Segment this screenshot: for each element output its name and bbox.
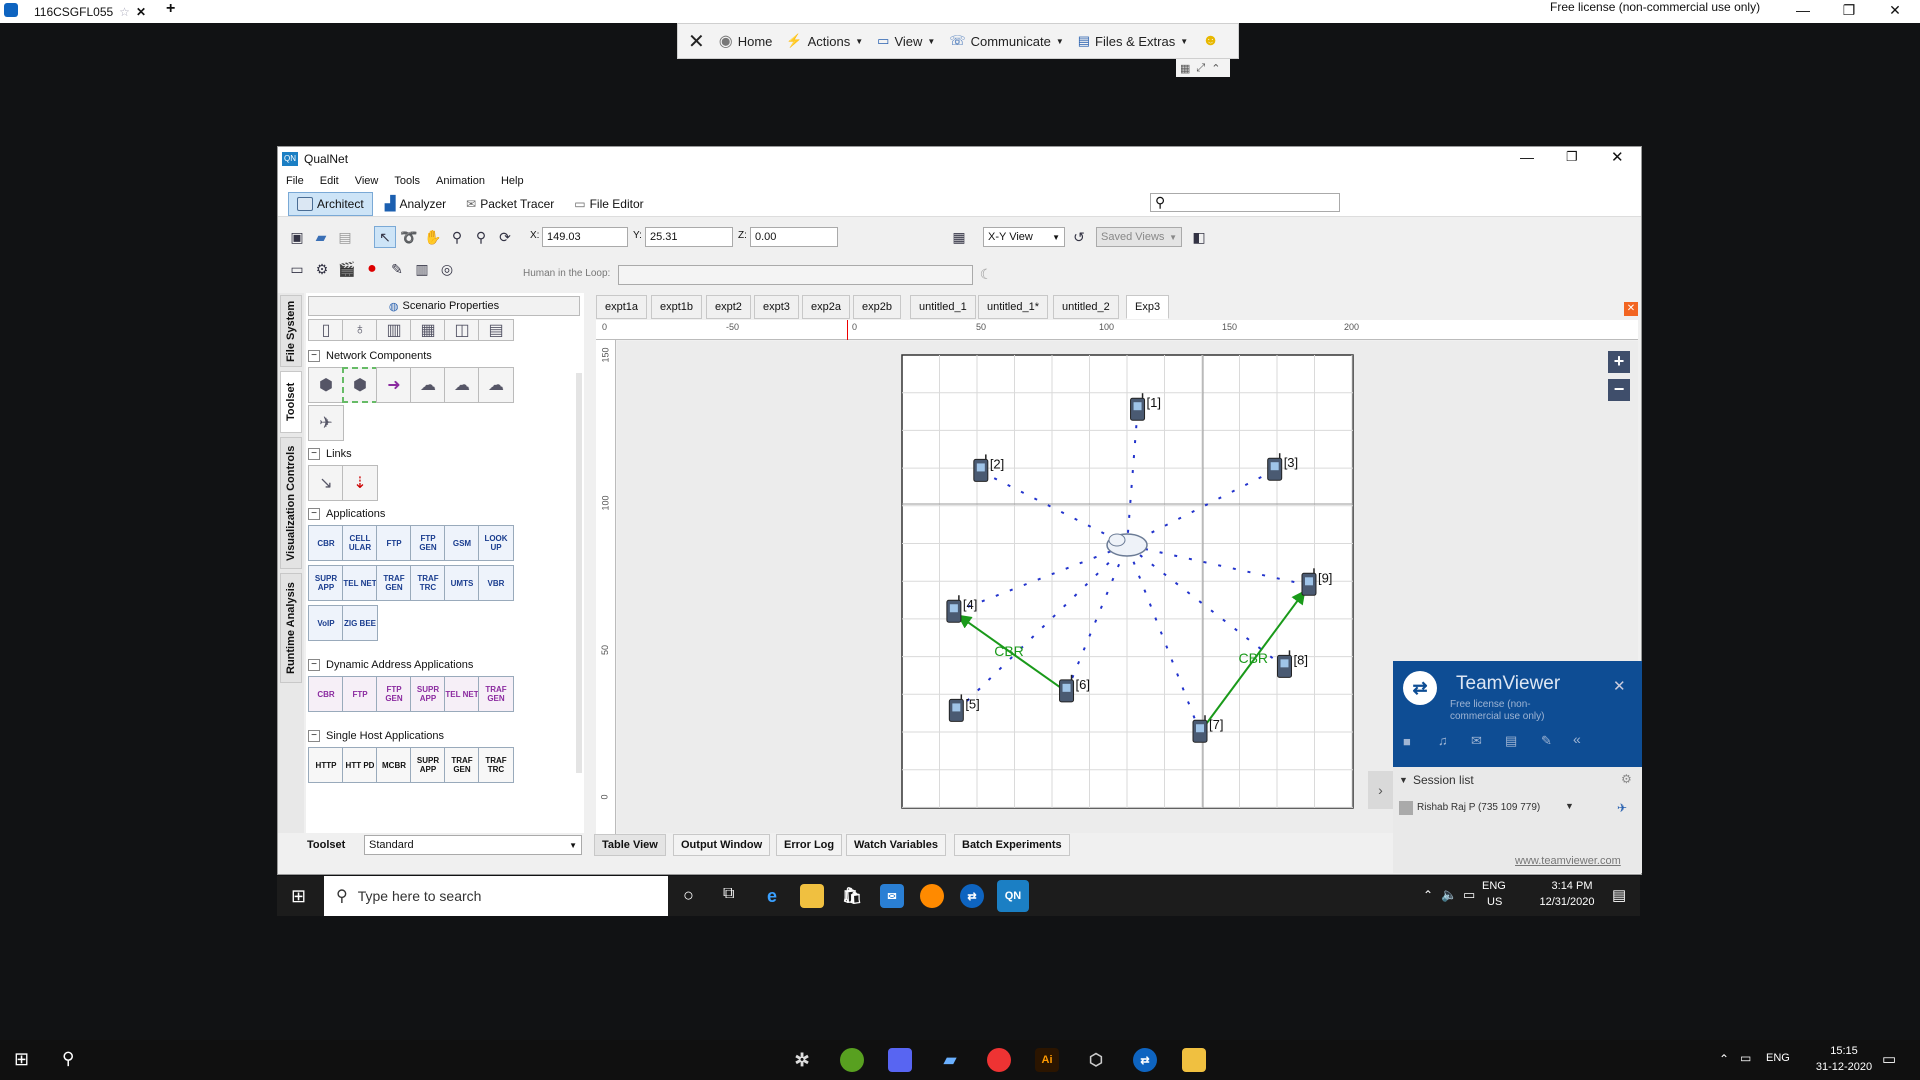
store-icon[interactable]: 🛍 (840, 884, 864, 908)
node-screen (1280, 659, 1289, 668)
taskbar-search-box[interactable]: ⚲ Type here to search (324, 876, 668, 916)
teamviewer-icon[interactable]: ⇄ (960, 884, 984, 908)
notifications-icon[interactable]: ▭ (1882, 1050, 1896, 1068)
lang-code[interactable]: ENG (1766, 1052, 1790, 1064)
node-label: [1] (1147, 395, 1161, 410)
node-label: [7] (1209, 717, 1223, 732)
chrome-icon[interactable] (987, 1048, 1011, 1072)
chat-icon[interactable]: ✉ (1471, 733, 1482, 749)
session-list-title: Session list (1413, 773, 1474, 787)
edge-icon[interactable]: e (760, 884, 784, 908)
windows-start-icon[interactable]: ⊞ (14, 1049, 29, 1070)
clock-date[interactable]: 12/31/2020 (1527, 896, 1607, 908)
qualnet-taskbar-icon[interactable]: QN (997, 880, 1029, 912)
search-icon[interactable]: ⚲ (62, 1049, 74, 1069)
node-label: [4] (963, 597, 977, 612)
teamviewer-link[interactable]: www.teamviewer.com (1515, 855, 1621, 867)
node-screen (1133, 402, 1142, 411)
node-label: [6] (1076, 677, 1090, 692)
network-icon[interactable]: ▭ (1463, 887, 1475, 903)
windows-start-icon[interactable]: ⊞ (291, 886, 306, 907)
node-screen (1196, 724, 1204, 733)
node-screen (1062, 683, 1071, 692)
session-list-panel: ▼ Session list ⚙ Rishab Raj P (735 109 7… (1393, 767, 1642, 873)
node-screen (976, 463, 985, 472)
video-icon[interactable]: ■ (1403, 734, 1411, 749)
teamviewer-panel: ⇄ TeamViewer Free license (non-commercia… (1393, 661, 1642, 873)
node-label: [3] (1284, 455, 1298, 470)
mail-icon[interactable]: ✉ (880, 884, 904, 908)
host-taskbar: ⊞ ⚲ ✲ ▰ Ai ⬡ ⇄ ⌃ ▭ ENG 15:15 31-12-2020 … (0, 1040, 1920, 1080)
tools-icon[interactable]: ✎ (1541, 733, 1552, 749)
teamviewer-logo-icon: ⇄ (1403, 671, 1437, 705)
discord-icon[interactable] (888, 1048, 912, 1072)
node-screen (1270, 462, 1279, 471)
remote-taskbar: ⊞ ⚲ Type here to search ○ ⧉ e 🛍 ✉ ⇄ QN ⌃… (277, 876, 1640, 916)
node-label: [8] (1293, 652, 1307, 667)
torrent-icon[interactable] (840, 1048, 864, 1072)
cbr-link-label: CBR (994, 643, 1024, 659)
clock-time[interactable]: 15:15 (1810, 1045, 1878, 1057)
gear-icon[interactable]: ⚙ (1621, 772, 1632, 786)
box-icon[interactable]: ⬡ (1084, 1048, 1108, 1072)
node-label: [9] (1318, 570, 1332, 585)
firefox-icon[interactable] (920, 884, 944, 908)
lang-code[interactable]: ENG (1482, 880, 1506, 892)
illustrator-icon[interactable]: Ai (1035, 1048, 1059, 1072)
avatar (1399, 801, 1413, 815)
close-icon[interactable]: ✕ (1613, 677, 1626, 695)
teamviewer-icon[interactable]: ⇄ (1133, 1048, 1157, 1072)
tray-chevron-icon[interactable]: ⌃ (1719, 1052, 1729, 1066)
cortana-icon[interactable]: ○ (683, 885, 694, 906)
chevron-down-icon[interactable]: ▼ (1565, 801, 1574, 811)
pin-icon[interactable]: ✈ (1617, 801, 1627, 815)
clock-date[interactable]: 31-12-2020 (1805, 1061, 1883, 1073)
notifications-icon[interactable]: ▤ (1612, 886, 1626, 904)
cbr-link-label: CBR (1238, 650, 1268, 666)
lang-region[interactable]: US (1487, 896, 1502, 908)
node-screen (1304, 577, 1313, 586)
teamviewer-license: Free license (non-commercial use only) (1450, 699, 1545, 722)
expand-panel-handle[interactable]: › (1368, 771, 1393, 809)
collapse-icon[interactable]: « (1573, 731, 1581, 747)
cloud-shape (1108, 533, 1126, 547)
headset-icon[interactable]: ♫ (1438, 733, 1448, 748)
tray-chevron-icon[interactable]: ⌃ (1423, 888, 1433, 902)
wireless-subnet-icon[interactable] (1106, 533, 1148, 557)
clock-time[interactable]: 3:14 PM (1537, 880, 1607, 892)
session-item[interactable]: Rishab Raj P (735 109 779) (1417, 802, 1540, 813)
teamviewer-brand: TeamViewer (1456, 673, 1561, 694)
teamviewer-header: ⇄ TeamViewer Free license (non-commercia… (1393, 661, 1642, 767)
files-icon[interactable]: ▤ (1505, 733, 1517, 749)
volume-icon[interactable]: 🔈 (1441, 887, 1457, 903)
search-icon: ⚲ (336, 888, 348, 905)
task-view-icon[interactable]: ⧉ (723, 885, 734, 903)
node-screen (952, 703, 961, 712)
node-screen (949, 604, 958, 613)
settings-gear-icon[interactable]: ✲ (790, 1048, 814, 1072)
app-icon[interactable]: ▰ (938, 1048, 962, 1072)
node-label: [5] (965, 696, 979, 711)
file-explorer-icon[interactable] (1182, 1048, 1206, 1072)
battery-icon[interactable]: ▭ (1740, 1051, 1751, 1065)
file-explorer-icon[interactable] (800, 884, 824, 908)
scenario-svg: CBR CBR [1] [2] [3] [4] [5] [6] [7] [8] [9] (901, 354, 1354, 809)
chevron-down-icon[interactable]: ▼ (1399, 775, 1408, 785)
node-label: [2] (990, 456, 1004, 471)
